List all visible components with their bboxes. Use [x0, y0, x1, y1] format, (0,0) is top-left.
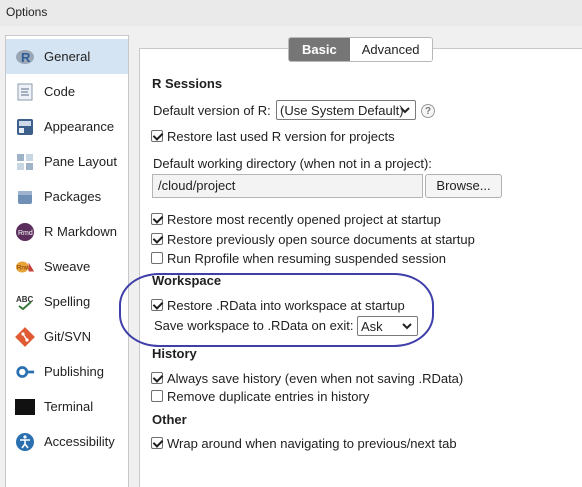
sweave-icon: Rnw [15, 257, 35, 277]
sidebar-item-label: Sweave [44, 259, 91, 274]
svg-text:R: R [21, 50, 31, 65]
sidebar-item-label: Terminal [44, 399, 94, 414]
restore-rdata-checkbox[interactable] [151, 299, 163, 311]
default-version-label: Default version of R: [153, 103, 271, 118]
sidebar-item-r-markdown[interactable]: Rmd R Markdown [6, 214, 128, 249]
restore-docs-label: Restore previously open source documents… [167, 231, 475, 247]
sidebar-item-label: R Markdown [44, 224, 117, 239]
help-icon[interactable]: ? [421, 104, 435, 118]
sidebar-item-spelling[interactable]: ABC Spelling [6, 284, 128, 319]
other-heading: Other [152, 412, 187, 427]
sidebar-item-general[interactable]: R General [6, 39, 128, 74]
r-sessions-heading: R Sessions [152, 76, 223, 91]
sidebar-item-publishing[interactable]: Publishing [6, 354, 128, 389]
r-logo-icon: R [15, 47, 35, 67]
save-workspace-select[interactable]: Ask [357, 316, 418, 336]
svg-text:Rnw: Rnw [17, 264, 30, 271]
restore-docs-option[interactable]: Restore previously open source documents… [151, 230, 475, 248]
wrap-around-label: Wrap around when navigating to previous/… [167, 435, 457, 451]
remove-duplicates-checkbox[interactable] [151, 390, 163, 402]
run-rprofile-label: Run Rprofile when resuming suspended ses… [167, 250, 446, 266]
accessibility-icon [15, 432, 35, 452]
sidebar-item-terminal[interactable]: Terminal [6, 389, 128, 424]
r-version-value: (Use System Default) [280, 102, 404, 118]
restore-version-checkbox[interactable] [151, 130, 163, 142]
sidebar-item-git-svn[interactable]: Git/SVN [6, 319, 128, 354]
workspace-heading: Workspace [152, 273, 222, 288]
remove-duplicates-option[interactable]: Remove duplicate entries in history [151, 387, 369, 405]
sidebar-item-label: Publishing [44, 364, 104, 379]
always-save-history-option[interactable]: Always save history (even when not savin… [151, 369, 463, 387]
appearance-icon [15, 117, 35, 137]
always-save-history-label: Always save history (even when not savin… [167, 370, 464, 386]
publishing-icon [15, 362, 35, 382]
sidebar-item-label: Code [44, 84, 76, 99]
sidebar-item-label: Accessibility [44, 434, 115, 449]
title-bar: Options [0, 0, 582, 26]
restore-version-option[interactable]: Restore last used R version for projects [151, 127, 395, 145]
sidebar-item-pane-layout[interactable]: Pane Layout [6, 144, 128, 179]
sidebar-item-label: Appearance [44, 119, 115, 134]
packages-icon [15, 187, 35, 207]
restore-version-label: Restore last used R version for projects [167, 128, 395, 144]
rmarkdown-icon: Rmd [15, 222, 35, 242]
browse-button[interactable]: Browse... [425, 174, 502, 198]
run-rprofile-checkbox[interactable] [151, 252, 163, 264]
sidebar-item-packages[interactable]: Packages [6, 179, 128, 214]
sidebar-item-sweave[interactable]: Rnw Sweave [6, 249, 128, 284]
restore-project-option[interactable]: Restore most recently opened project at … [151, 210, 441, 228]
always-save-history-checkbox[interactable] [151, 372, 163, 384]
tab-bar: Basic Advanced [288, 37, 433, 62]
tab-advanced[interactable]: Advanced [349, 38, 432, 61]
save-workspace-value: Ask [361, 318, 383, 334]
restore-project-checkbox[interactable] [151, 213, 163, 225]
terminal-icon [15, 397, 35, 417]
sidebar-item-accessibility[interactable]: Accessibility [6, 424, 128, 459]
sidebar-item-label: Spelling [44, 294, 91, 309]
restore-project-label: Restore most recently opened project at … [167, 211, 441, 227]
sidebar-item-label: Git/SVN [44, 329, 91, 344]
working-dir-field[interactable]: /cloud/project [152, 174, 423, 198]
window-title: Options [6, 5, 48, 19]
remove-duplicates-label: Remove duplicate entries in history [167, 388, 370, 404]
svg-text:Rmd: Rmd [18, 230, 33, 237]
run-rprofile-option[interactable]: Run Rprofile when resuming suspended ses… [151, 249, 446, 267]
restore-rdata-label: Restore .RData into workspace at startup [167, 297, 405, 313]
git-icon [15, 326, 35, 347]
working-dir-label: Default working directory (when not in a… [153, 156, 432, 171]
save-workspace-label: Save workspace to .RData on exit: [154, 318, 354, 333]
pane-layout-icon [15, 152, 35, 172]
chevron-down-icon [402, 320, 412, 335]
history-heading: History [152, 346, 197, 361]
sidebar-item-appearance[interactable]: Appearance [6, 109, 128, 144]
wrap-around-checkbox[interactable] [151, 437, 163, 449]
sidebar: R General Code Appearance Pane Layout Pa… [5, 35, 129, 487]
sidebar-item-code[interactable]: Code [6, 74, 128, 109]
restore-docs-checkbox[interactable] [151, 233, 163, 245]
sidebar-item-label: Packages [44, 189, 102, 204]
spelling-icon: ABC [15, 292, 35, 312]
chevron-down-icon [400, 104, 410, 119]
wrap-around-option[interactable]: Wrap around when navigating to previous/… [151, 434, 457, 452]
tab-basic[interactable]: Basic [289, 38, 350, 61]
sidebar-item-label: General [44, 49, 91, 64]
restore-rdata-option[interactable]: Restore .RData into workspace at startup [151, 296, 405, 314]
r-version-select[interactable]: (Use System Default) [276, 100, 416, 120]
sidebar-item-label: Pane Layout [44, 154, 118, 169]
code-icon [15, 82, 35, 102]
